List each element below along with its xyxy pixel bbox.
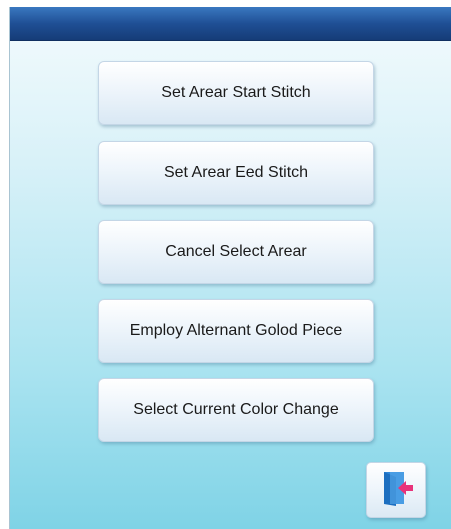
button-label: Select Current Color Change — [133, 401, 339, 418]
button-label: Employ Alternant Golod Piece — [129, 322, 343, 339]
cancel-select-area-button[interactable]: Cancel Select Arear — [98, 220, 374, 284]
exit-button[interactable] — [366, 462, 426, 518]
title-bar — [10, 7, 451, 41]
set-area-end-stitch-button[interactable]: Set Arear Eed Stitch — [98, 141, 374, 205]
dialog-window: Set Arear Start Stitch Set Arear Eed Sti… — [9, 7, 451, 529]
employ-alternant-gold-piece-button[interactable]: Employ Alternant Golod Piece — [98, 299, 374, 363]
select-current-color-change-button[interactable]: Select Current Color Change — [98, 378, 374, 442]
set-area-start-stitch-button[interactable]: Set Arear Start Stitch — [98, 61, 374, 125]
button-label: Cancel Select Arear — [165, 243, 307, 260]
button-label: Set Arear Start Stitch — [161, 84, 311, 101]
exit-door-icon — [376, 468, 416, 513]
button-label: Set Arear Eed Stitch — [163, 164, 309, 181]
